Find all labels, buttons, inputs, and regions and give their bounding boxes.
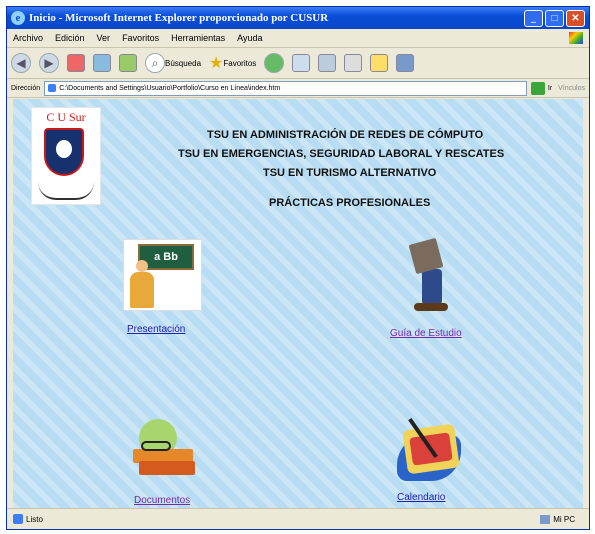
glasses-icon	[141, 441, 171, 451]
calendario-link[interactable]: Calendario	[397, 492, 445, 503]
back-icon[interactable]: ◀	[11, 53, 31, 73]
menu-favoritos[interactable]: Favoritos	[122, 33, 159, 43]
page-content: C U Sur TSU EN ADMINISTRACIÓN DE REDES D…	[13, 99, 583, 509]
links-label[interactable]: Vínculos	[558, 85, 585, 92]
favorites-button[interactable]: ★ Favoritos	[209, 53, 256, 73]
heading-redes: TSU EN ADMINISTRACIÓN DE REDES DE CÓMPUT…	[207, 129, 484, 141]
calendar-image[interactable]	[389, 415, 469, 489]
close-button[interactable]: ✕	[566, 9, 585, 27]
refresh-icon[interactable]	[93, 54, 111, 72]
university-logo: C U Sur	[31, 107, 101, 205]
address-label: Dirección	[11, 84, 41, 92]
toolbar: ◀ ▶ ⌕ Búsqueda ★ Favoritos	[7, 48, 589, 79]
page-icon	[13, 514, 23, 524]
media-icon[interactable]	[264, 53, 285, 73]
heading-practicas: PRÁCTICAS PROFESIONALES	[269, 197, 431, 209]
status-bar: Listo Mi PC	[7, 508, 589, 529]
minimize-button[interactable]: _	[524, 9, 543, 27]
favorites-label: Favoritos	[223, 58, 257, 68]
logo-arc	[38, 182, 94, 200]
menu-archivo[interactable]: Archivo	[13, 33, 43, 43]
zone-text: Mi PC	[553, 514, 575, 524]
computer-icon	[540, 514, 551, 524]
maximize-button[interactable]: □	[545, 9, 564, 27]
status-text: Listo	[26, 514, 43, 524]
print-icon[interactable]	[344, 54, 363, 72]
student-image[interactable]	[408, 237, 456, 313]
documentos-link[interactable]: Documentos	[134, 495, 190, 506]
books-image[interactable]	[129, 419, 199, 479]
go-label[interactable]: Ir	[548, 85, 552, 92]
mail-icon[interactable]	[318, 54, 337, 72]
address-bar: Dirección C:\Documents and Settings\Usua…	[7, 79, 589, 98]
logo-text: C U Sur	[46, 110, 86, 124]
go-icon[interactable]	[530, 81, 545, 95]
history-icon[interactable]	[292, 54, 311, 72]
windows-flag-icon	[569, 32, 583, 44]
home-icon[interactable]	[119, 54, 137, 72]
menu-ayuda[interactable]: Ayuda	[237, 33, 262, 43]
presentacion-link[interactable]: Presentación	[127, 324, 185, 335]
heading-turismo: TSU EN TURISMO ALTERNATIVO	[263, 167, 437, 179]
search-label: Búsqueda	[165, 58, 202, 68]
menu-bar: Archivo Edición Ver Favoritos Herramient…	[7, 29, 589, 48]
folder-icon[interactable]	[370, 54, 389, 72]
ie-icon: e	[11, 11, 25, 25]
search-icon: ⌕	[145, 53, 165, 73]
forward-icon[interactable]: ▶	[39, 53, 59, 73]
window-title: Inicio - Microsoft Internet Explorer pro…	[29, 12, 329, 24]
stop-icon[interactable]	[67, 54, 85, 72]
teacher-figure	[130, 260, 154, 308]
star-icon: ★	[209, 55, 224, 72]
messenger-icon[interactable]	[396, 54, 415, 72]
menu-edicion[interactable]: Edición	[55, 33, 85, 43]
teacher-image[interactable]: a Bb	[123, 239, 202, 311]
address-input[interactable]: C:\Documents and Settings\Usuario\Portfo…	[44, 80, 527, 96]
title-bar: e Inicio - Microsoft Internet Explorer p…	[7, 7, 589, 29]
heading-emergencias: TSU EN EMERGENCIAS, SEGURIDAD LABORAL Y …	[178, 148, 505, 160]
menu-herramientas[interactable]: Herramientas	[171, 33, 225, 43]
search-button[interactable]: ⌕ Búsqueda	[145, 53, 201, 73]
browser-window: e Inicio - Microsoft Internet Explorer p…	[6, 6, 590, 530]
shield-icon	[44, 128, 84, 176]
guia-link[interactable]: Guía de Estudio	[390, 328, 462, 339]
menu-ver[interactable]: Ver	[97, 33, 111, 43]
